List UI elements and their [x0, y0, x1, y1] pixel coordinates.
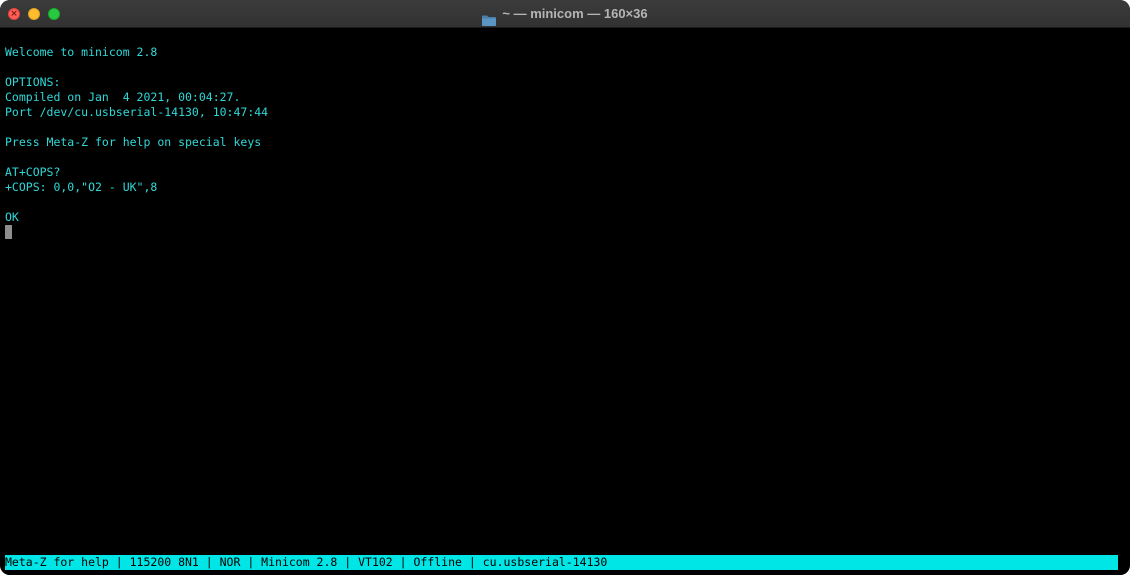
- terminal-line: +COPS: 0,0,"O2 - UK",8: [5, 180, 158, 194]
- terminal-area[interactable]: Welcome to minicom 2.8 OPTIONS: Compiled…: [0, 28, 1130, 575]
- terminal-line: Press Meta-Z for help on special keys: [5, 135, 262, 149]
- folder-icon: [482, 8, 497, 26]
- title-bar[interactable]: × ~ — minicom — 160×36: [0, 0, 1130, 28]
- window-title-container: ~ — minicom — 160×36: [0, 0, 1130, 28]
- window-title: ~ — minicom — 160×36: [502, 6, 648, 21]
- terminal-line: OK: [5, 210, 19, 224]
- cursor-line: [5, 225, 268, 240]
- terminal-line: Welcome to minicom 2.8: [5, 45, 158, 59]
- terminal-line: AT+COPS?: [5, 165, 61, 179]
- text-cursor: [5, 225, 12, 239]
- status-bar: Meta-Z for help | 115200 8N1 | NOR | Min…: [5, 555, 1118, 570]
- terminal-line: Compiled on Jan 4 2021, 00:04:27.: [5, 90, 241, 104]
- terminal-line: Port /dev/cu.usbserial-14130, 10:47:44: [5, 105, 269, 119]
- terminal-line: OPTIONS:: [5, 75, 61, 89]
- terminal-window: × ~ — minicom — 160×36 Welcome to minico…: [0, 0, 1130, 575]
- terminal-output: Welcome to minicom 2.8 OPTIONS: Compiled…: [5, 45, 268, 240]
